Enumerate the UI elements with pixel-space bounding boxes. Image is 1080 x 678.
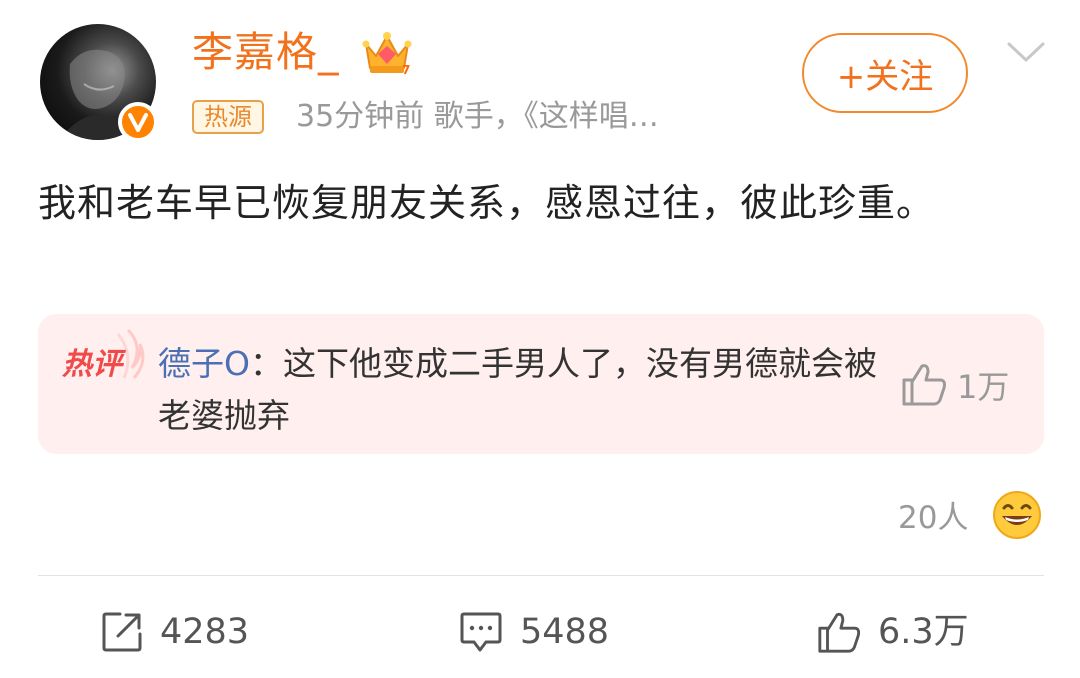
verified-badge-icon	[118, 102, 158, 142]
hot-source-badge: 热源	[192, 100, 264, 134]
svg-text:7: 7	[402, 63, 410, 76]
comment-icon	[460, 612, 502, 652]
post-meta: 35分钟前 歌手，《这样唱…	[296, 99, 659, 134]
divider	[38, 575, 1044, 576]
hot-comment-text: 德子O：这下他变成二手男人了，没有男德就会被老婆抛弃	[158, 338, 878, 442]
like-button[interactable]: 6.3万	[816, 606, 969, 658]
repost-icon	[102, 612, 142, 652]
reaction-count[interactable]: 20人	[898, 492, 968, 537]
comment-count: 5488	[520, 612, 610, 652]
hot-comment-user[interactable]: 德子O	[158, 344, 250, 383]
hot-comment-label: 热评	[61, 347, 127, 382]
hot-comment-like-count: 1万	[957, 368, 1010, 406]
repost-count: 4283	[160, 612, 250, 652]
author-name[interactable]: 李嘉格_	[192, 28, 340, 77]
like-count: 6.3万	[878, 612, 969, 652]
chevron-down-icon[interactable]	[1006, 38, 1046, 68]
repost-button[interactable]: 4283	[100, 606, 249, 658]
grin-emoji-icon[interactable]	[992, 490, 1042, 540]
post-text: 我和老车早已恢复朋友关系，感恩过往，彼此珍重。	[38, 181, 936, 225]
crown-icon: 7	[362, 32, 412, 76]
follow-button[interactable]: +关注	[802, 33, 968, 113]
hot-comment-content: ：这下他变成二手男人了，没有男德就会被老婆抛弃	[158, 344, 877, 435]
thumbs-up-icon[interactable]	[900, 360, 948, 408]
comment-button[interactable]: 5488	[458, 606, 609, 658]
hot-comment-label-icon: 热评	[61, 328, 145, 382]
thumbs-up-icon	[818, 612, 861, 653]
